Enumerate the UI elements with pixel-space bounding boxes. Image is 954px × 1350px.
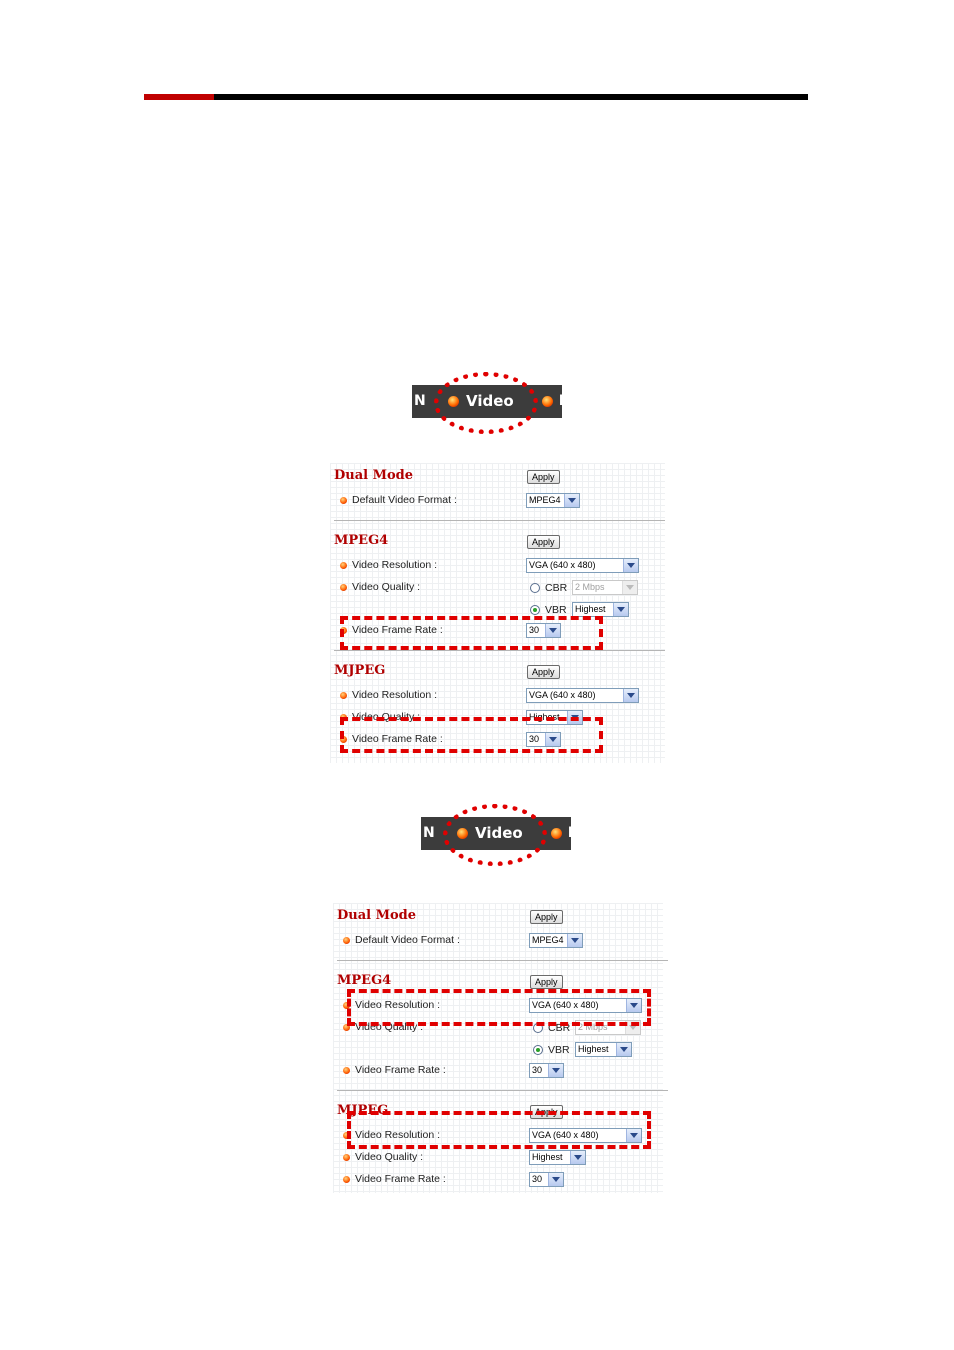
- mpeg4-frame-rate-highlight: [340, 616, 603, 650]
- header-rule-accent: [144, 94, 214, 100]
- section-title-mpeg4: MPEG4: [334, 533, 389, 548]
- mjpeg-frame-rate-highlight: [340, 717, 603, 753]
- section-title-mpeg4: MPEG4: [337, 973, 392, 988]
- vbr-label: VBR: [548, 1044, 570, 1056]
- bullet-icon: [340, 692, 347, 699]
- vbr-quality-select[interactable]: Highest: [575, 1042, 632, 1057]
- bullet-icon: [343, 1067, 350, 1074]
- mpeg4-resolution-highlight: [347, 989, 651, 1026]
- vbr-label: VBR: [545, 604, 567, 616]
- mjpeg-frame-rate-label: Video Frame Rate :: [355, 1173, 446, 1185]
- nav-right-fragment: I: [567, 825, 571, 841]
- default-format-label: Default Video Format :: [355, 934, 460, 946]
- vbr-radio[interactable]: [530, 605, 540, 615]
- vbr-quality-select[interactable]: Highest: [572, 602, 629, 617]
- default-format-label: Default Video Format :: [352, 494, 457, 506]
- mjpeg-quality-select[interactable]: Highest: [529, 1150, 586, 1165]
- mjpeg-resolution-label: Video Resolution :: [352, 689, 438, 701]
- mpeg4-resolution-label: Video Resolution :: [352, 559, 438, 571]
- cbr-radio[interactable]: [530, 583, 540, 593]
- dual-mode-apply-button[interactable]: Apply: [530, 910, 563, 924]
- nav-orb-icon: [542, 396, 553, 407]
- mjpeg-quality-value: Highest: [532, 1152, 563, 1162]
- vbr-quality-value: Highest: [575, 604, 606, 614]
- chevron-down-icon: [564, 494, 579, 507]
- mjpeg-frame-rate-select[interactable]: 30: [529, 1172, 564, 1187]
- nav-left-fragment: N: [423, 825, 435, 841]
- section-title-mjpeg: MJPEG: [334, 663, 386, 678]
- chevron-down-icon: [548, 1064, 563, 1077]
- mpeg4-frame-rate-select[interactable]: 30: [529, 1063, 564, 1078]
- video-tab-highlight: [434, 372, 538, 434]
- mpeg4-quality-label: Video Quality :: [352, 581, 421, 593]
- mjpeg-quality-label: Video Quality :: [355, 1151, 424, 1163]
- nav-left-fragment: N: [414, 393, 426, 409]
- mjpeg-apply-button[interactable]: Apply: [527, 665, 560, 679]
- header-rule: [144, 94, 808, 100]
- mpeg4-frame-rate-value: 30: [532, 1065, 543, 1075]
- mjpeg-resolution-select[interactable]: VGA (640 x 480): [526, 688, 639, 703]
- section-divider: [337, 1090, 668, 1091]
- mpeg4-apply-button[interactable]: Apply: [530, 975, 563, 989]
- default-format-select[interactable]: MPEG4: [529, 933, 583, 948]
- default-format-value: MPEG4: [529, 495, 561, 505]
- mpeg4-frame-rate-label: Video Frame Rate :: [355, 1064, 446, 1076]
- chevron-down-icon: [623, 559, 638, 572]
- video-settings-panel: Dual Mode Apply Default Video Format : M…: [330, 463, 665, 763]
- default-format-value: MPEG4: [532, 935, 564, 945]
- cbr-bitrate-select[interactable]: 2 Mbps: [572, 580, 638, 595]
- video-tab-highlight: [443, 804, 547, 866]
- cbr-label: CBR: [545, 582, 568, 594]
- mjpeg-resolution-highlight: [347, 1111, 651, 1149]
- chevron-down-icon: [616, 1043, 631, 1056]
- chevron-down-icon: [622, 581, 637, 594]
- section-divider: [337, 960, 668, 961]
- section-divider: [334, 520, 665, 521]
- mjpeg-frame-rate-value: 30: [532, 1174, 543, 1184]
- chevron-down-icon: [570, 1151, 585, 1164]
- bullet-icon: [340, 497, 347, 504]
- vbr-quality-value: Highest: [578, 1044, 609, 1054]
- chevron-down-icon: [623, 689, 638, 702]
- chevron-down-icon: [613, 603, 628, 616]
- bullet-icon: [340, 584, 347, 591]
- bullet-icon: [343, 1154, 350, 1161]
- default-format-select[interactable]: MPEG4: [526, 493, 580, 508]
- bullet-icon: [340, 562, 347, 569]
- dual-mode-apply-button[interactable]: Apply: [527, 470, 560, 484]
- video-settings-panel: Dual Mode Apply Default Video Format : M…: [333, 903, 668, 1193]
- mpeg4-resolution-value: VGA (640 x 480): [529, 560, 596, 570]
- nav-right-fragment: I: [558, 393, 562, 409]
- cbr-bitrate-value: 2 Mbps: [575, 582, 605, 592]
- mpeg4-apply-button[interactable]: Apply: [527, 535, 560, 549]
- section-title-dual-mode: Dual Mode: [334, 468, 414, 483]
- chevron-down-icon: [567, 934, 582, 947]
- bullet-icon: [343, 937, 350, 944]
- nav-orb-icon: [551, 828, 562, 839]
- mjpeg-resolution-value: VGA (640 x 480): [529, 690, 596, 700]
- bullet-icon: [343, 1176, 350, 1183]
- chevron-down-icon: [548, 1173, 563, 1186]
- vbr-radio[interactable]: [533, 1045, 543, 1055]
- mpeg4-resolution-select[interactable]: VGA (640 x 480): [526, 558, 639, 573]
- section-title-dual-mode: Dual Mode: [337, 908, 417, 923]
- section-divider: [334, 650, 665, 651]
